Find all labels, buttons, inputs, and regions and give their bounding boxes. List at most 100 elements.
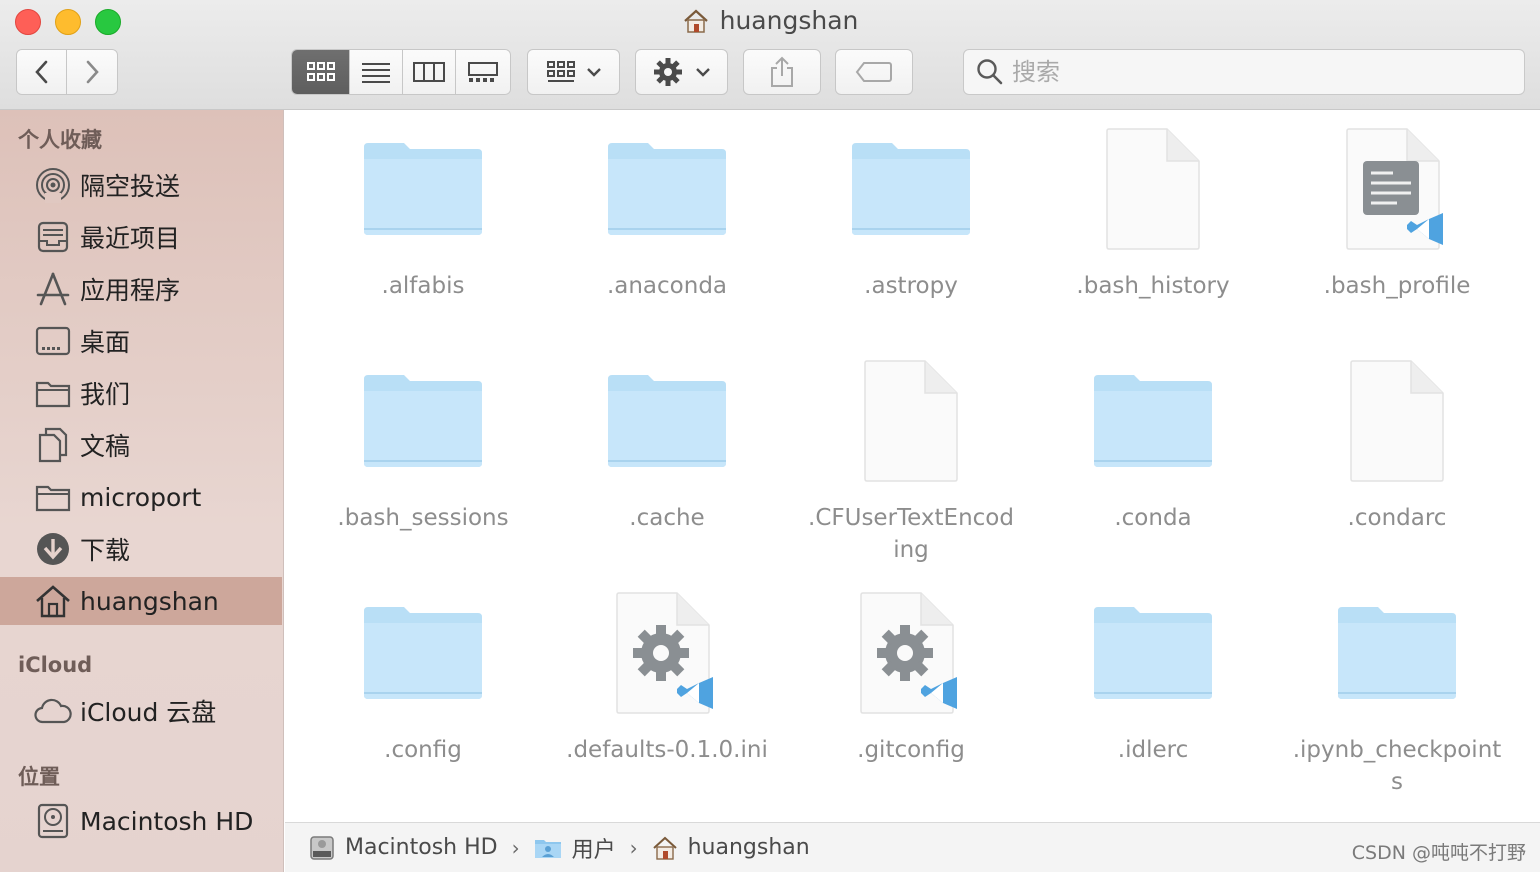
folder-icon bbox=[597, 356, 737, 486]
file-item-defaults-ini[interactable]: .defaults-0.1.0.ini bbox=[557, 588, 777, 766]
path-separator: › bbox=[511, 835, 520, 860]
file-item-gitconfig[interactable]: .gitconfig bbox=[801, 588, 1021, 766]
file-item-bash-profile[interactable]: .bash_profile bbox=[1287, 124, 1507, 302]
sidebar-item-label: iCloud 云盘 bbox=[80, 698, 217, 727]
column-view-button[interactable] bbox=[403, 50, 456, 94]
users-folder-icon bbox=[534, 839, 561, 858]
cloud-icon bbox=[34, 692, 72, 730]
folder-icon bbox=[841, 124, 981, 254]
sidebar-item-recents[interactable]: 最近项目 bbox=[0, 213, 282, 261]
file-name: .conda bbox=[1114, 505, 1192, 531]
document-icon bbox=[1327, 356, 1467, 486]
path-separator: › bbox=[629, 835, 638, 860]
home-icon bbox=[683, 9, 708, 33]
documents-icon bbox=[34, 426, 72, 464]
file-name: .astropy bbox=[864, 273, 958, 299]
applications-icon bbox=[34, 270, 72, 308]
navigation-buttons bbox=[16, 49, 118, 95]
share-button[interactable] bbox=[743, 49, 821, 95]
folder-icon bbox=[1327, 588, 1467, 718]
sidebar-item-downloads[interactable]: 下载 bbox=[0, 525, 282, 573]
sidebar-item-macintosh-hd[interactable]: Macintosh HD bbox=[0, 797, 282, 845]
folder-icon bbox=[353, 124, 493, 254]
group-by-button[interactable] bbox=[527, 49, 620, 95]
sidebar-item-desktop[interactable]: 桌面 bbox=[0, 317, 282, 365]
document-icon bbox=[1083, 124, 1223, 254]
folder-icon bbox=[353, 588, 493, 718]
sidebar-item-women[interactable]: 我们 bbox=[0, 369, 282, 417]
file-item-cfusertextencoding[interactable]: .CFUserTextEncoding bbox=[801, 356, 1021, 566]
file-name: .cache bbox=[629, 505, 705, 531]
column-view-icon bbox=[413, 62, 445, 82]
action-menu-button[interactable] bbox=[635, 49, 728, 95]
icon-view-button[interactable] bbox=[292, 50, 350, 94]
file-name: .condarc bbox=[1347, 505, 1447, 531]
file-name: .gitconfig bbox=[857, 737, 965, 763]
sidebar-item-applications[interactable]: 应用程序 bbox=[0, 265, 282, 313]
file-item-config[interactable]: .config bbox=[313, 588, 533, 766]
file-item-bash-history[interactable]: .bash_history bbox=[1043, 124, 1263, 302]
sidebar-section-favorites: 个人收藏 bbox=[18, 128, 102, 152]
sidebar-item-icloud-drive[interactable]: iCloud 云盘 bbox=[0, 687, 282, 735]
sidebar-item-label: 应用程序 bbox=[80, 276, 181, 305]
document-icon bbox=[841, 356, 981, 486]
file-name: .alfabis bbox=[381, 273, 465, 299]
sidebar: 个人收藏 隔空投送 最近项目 应用程序 桌面 我们 文稿 microport 下… bbox=[0, 110, 284, 872]
file-name: .defaults-0.1.0.ini bbox=[566, 737, 768, 763]
file-item-idlerc[interactable]: .idlerc bbox=[1043, 588, 1263, 766]
sidebar-item-label: 桌面 bbox=[80, 328, 131, 357]
sidebar-item-label: 最近项目 bbox=[80, 224, 181, 253]
share-icon bbox=[771, 56, 793, 87]
search-input[interactable] bbox=[1012, 58, 1492, 86]
file-item-astropy[interactable]: .astropy bbox=[801, 124, 1021, 302]
view-mode-selector bbox=[291, 49, 511, 95]
watermark: CSDN @吨吨不打野 bbox=[1351, 842, 1526, 864]
sidebar-item-documents[interactable]: 文稿 bbox=[0, 421, 282, 469]
file-item-cache[interactable]: .cache bbox=[557, 356, 777, 534]
forward-button[interactable] bbox=[67, 50, 117, 94]
window-title: huangshan bbox=[0, 6, 1540, 35]
gallery-view-button[interactable] bbox=[456, 50, 510, 94]
hard-drive-icon bbox=[34, 802, 72, 840]
list-view-icon bbox=[362, 63, 390, 83]
file-item-anaconda[interactable]: .anaconda bbox=[557, 124, 777, 302]
gallery-view-icon bbox=[468, 62, 498, 82]
sidebar-item-microport[interactable]: microport bbox=[0, 473, 282, 521]
path-crumb-users[interactable]: 用户 bbox=[534, 832, 616, 864]
folder-icon bbox=[1083, 588, 1223, 718]
home-icon bbox=[34, 582, 72, 620]
airdrop-icon bbox=[34, 166, 72, 204]
sidebar-item-label: 文稿 bbox=[80, 432, 131, 461]
path-crumb-huangshan[interactable]: huangshan bbox=[652, 835, 810, 861]
sidebar-item-label: 下载 bbox=[80, 536, 131, 565]
sidebar-item-label: Macintosh HD bbox=[80, 806, 254, 836]
list-view-button[interactable] bbox=[350, 50, 403, 94]
file-name: .anaconda bbox=[606, 273, 728, 299]
file-name: .ipynb_checkpoints bbox=[1292, 737, 1502, 795]
file-name: .CFUserTextEncoding bbox=[808, 505, 1014, 563]
downloads-icon bbox=[34, 530, 72, 568]
file-item-condarc[interactable]: .condarc bbox=[1287, 356, 1507, 534]
window-toolbar: huangshan bbox=[0, 0, 1540, 110]
file-name: .bash_history bbox=[1076, 273, 1230, 299]
folder-icon bbox=[34, 374, 72, 412]
hard-drive-icon bbox=[310, 835, 334, 860]
file-item-bash-sessions[interactable]: .bash_sessions bbox=[313, 356, 533, 534]
folder-icon bbox=[1083, 356, 1223, 486]
path-crumb-macintosh-hd[interactable]: Macintosh HD bbox=[309, 835, 498, 861]
window-title-text: huangshan bbox=[719, 6, 859, 35]
file-item-conda[interactable]: .conda bbox=[1043, 356, 1263, 534]
back-button[interactable] bbox=[17, 50, 67, 94]
sidebar-item-label: huangshan bbox=[80, 586, 219, 616]
search-field[interactable] bbox=[963, 49, 1525, 95]
sidebar-item-huangshan[interactable]: huangshan bbox=[0, 577, 282, 625]
sidebar-item-airdrop[interactable]: 隔空投送 bbox=[0, 161, 282, 209]
recents-icon bbox=[34, 218, 72, 256]
folder-icon bbox=[34, 478, 72, 516]
tags-button[interactable] bbox=[835, 49, 913, 95]
file-item-ipynb-checkpoints[interactable]: .ipynb_checkpoints bbox=[1287, 588, 1507, 798]
sidebar-section-icloud: iCloud bbox=[18, 653, 93, 677]
desktop-icon bbox=[34, 322, 72, 360]
chevron-down-icon bbox=[586, 68, 601, 77]
file-item-alfabis[interactable]: .alfabis bbox=[313, 124, 533, 302]
